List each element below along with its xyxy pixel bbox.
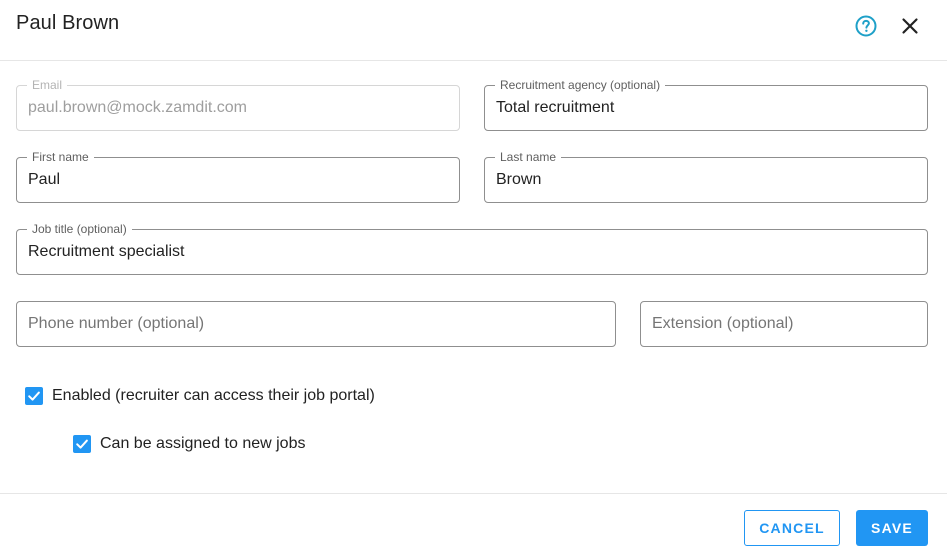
assignable-checkbox-row[interactable]: Can be assigned to new jobs bbox=[73, 435, 305, 453]
help-circle-icon bbox=[855, 15, 877, 37]
last-name-field[interactable]: Last name bbox=[484, 150, 928, 203]
phone-number-input[interactable] bbox=[28, 302, 604, 346]
email-input bbox=[28, 86, 448, 130]
extension-input[interactable] bbox=[652, 302, 916, 346]
job-title-input[interactable] bbox=[28, 230, 916, 274]
assignable-checkbox-label[interactable]: Can be assigned to new jobs bbox=[100, 435, 305, 453]
recruitment-agency-input[interactable] bbox=[496, 86, 916, 130]
extension-field[interactable] bbox=[640, 301, 928, 347]
last-name-input[interactable] bbox=[496, 158, 916, 202]
recruitment-agency-field[interactable]: Recruitment agency (optional) bbox=[484, 78, 928, 131]
check-icon bbox=[28, 391, 40, 401]
assignable-checkbox[interactable] bbox=[73, 435, 91, 453]
first-name-field[interactable]: First name bbox=[16, 150, 460, 203]
dialog-header: Paul Brown bbox=[0, 0, 947, 61]
dialog-footer: CANCEL SAVE bbox=[0, 493, 947, 557]
close-button[interactable] bbox=[898, 13, 922, 39]
first-name-input[interactable] bbox=[28, 158, 448, 202]
enabled-checkbox-label[interactable]: Enabled (recruiter can access their job … bbox=[52, 387, 375, 405]
email-field: Email bbox=[16, 78, 460, 131]
cancel-button[interactable]: CANCEL bbox=[744, 510, 840, 546]
save-button[interactable]: SAVE bbox=[856, 510, 928, 546]
job-title-field[interactable]: Job title (optional) bbox=[16, 222, 928, 275]
enabled-checkbox[interactable] bbox=[25, 387, 43, 405]
phone-number-field[interactable] bbox=[16, 301, 616, 347]
enabled-checkbox-row[interactable]: Enabled (recruiter can access their job … bbox=[25, 387, 375, 405]
close-icon bbox=[902, 18, 918, 34]
dialog-title: Paul Brown bbox=[16, 12, 120, 34]
check-icon bbox=[76, 439, 88, 449]
help-button[interactable] bbox=[853, 13, 879, 39]
